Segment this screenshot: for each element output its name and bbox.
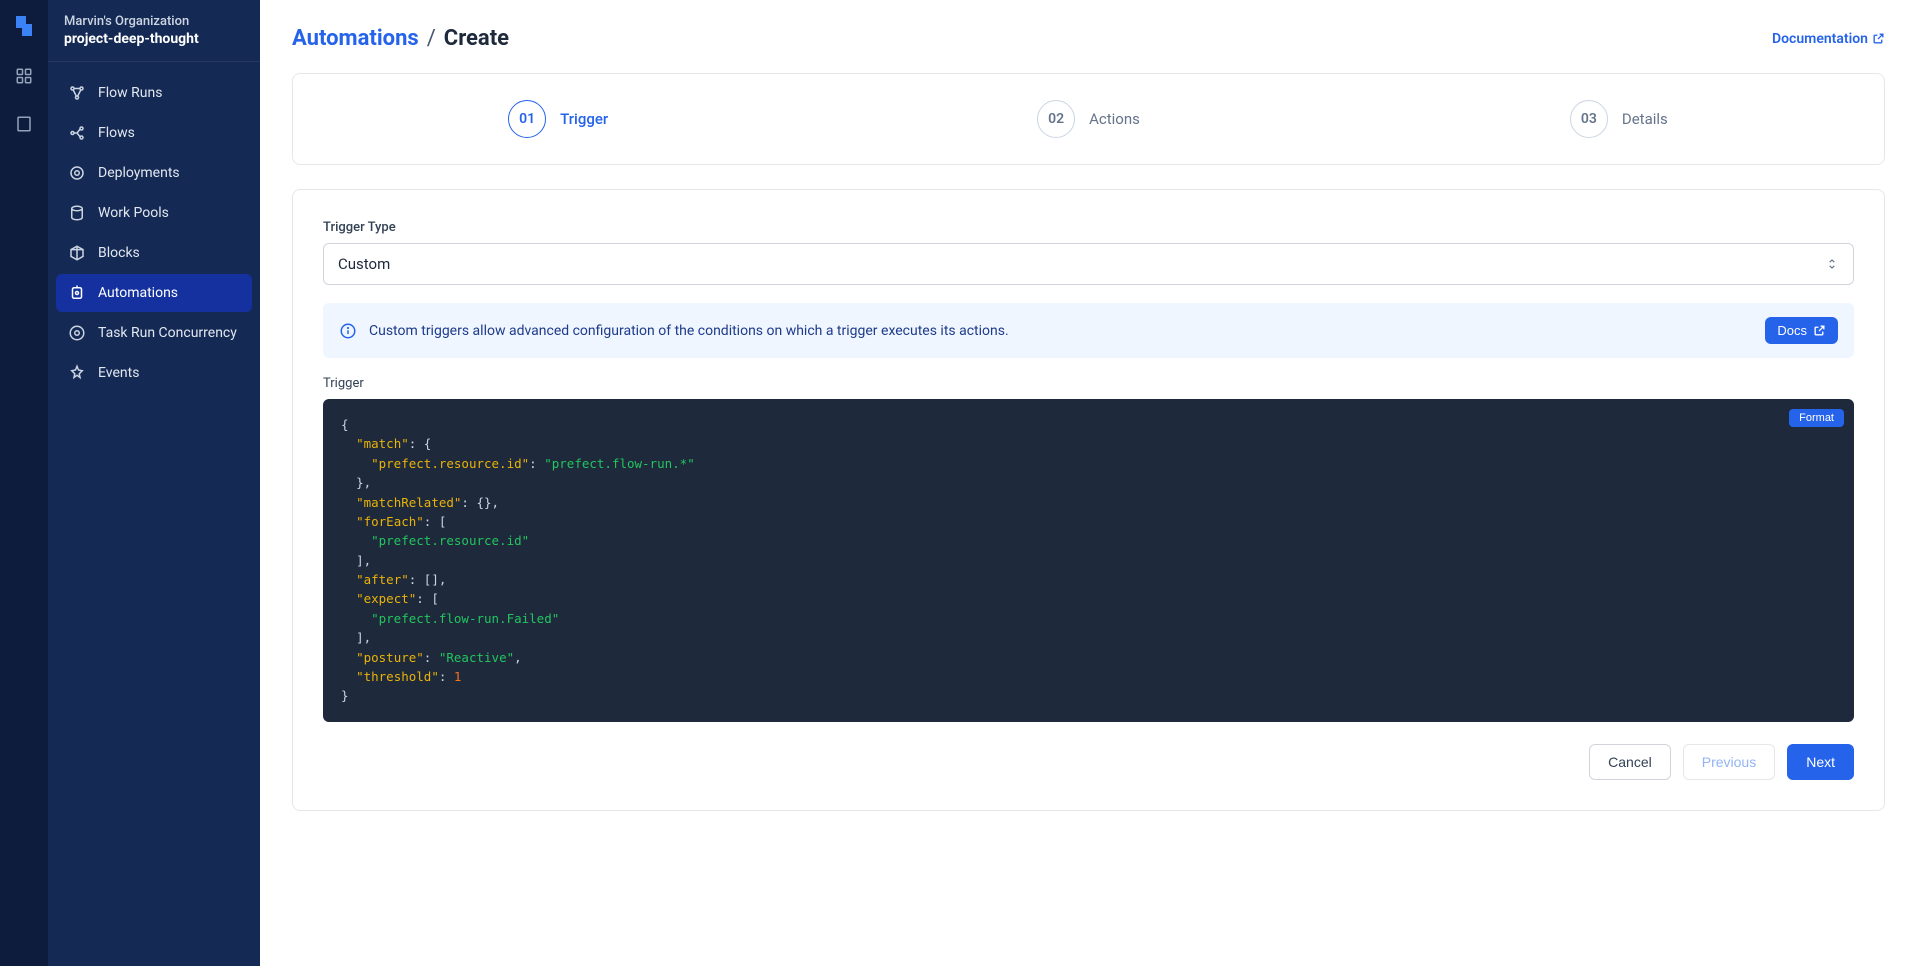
info-icon [339, 322, 357, 340]
step-details[interactable]: 03 Details [1354, 100, 1884, 138]
code-key: "threshold" [356, 669, 439, 684]
flows-icon [68, 124, 86, 142]
trigger-form: Trigger Type Custom Custom triggers allo… [292, 189, 1885, 811]
sidebar-item-task-run-concurrency[interactable]: Task Run Concurrency [56, 314, 252, 352]
code-key: "prefect.resource.id" [371, 456, 529, 471]
sidebar-item-label: Task Run Concurrency [98, 325, 237, 341]
documentation-link[interactable]: Documentation [1772, 31, 1885, 47]
code-string: "prefect.flow-run.Failed" [371, 611, 559, 626]
code-key: "matchRelated" [356, 495, 461, 510]
trigger-type-value: Custom [338, 255, 390, 273]
docs-button-label: Docs [1777, 323, 1807, 338]
sidebar-item-label: Events [98, 365, 139, 381]
prefect-logo [12, 14, 36, 38]
form-footer: Cancel Previous Next [323, 744, 1854, 780]
sidebar-item-label: Automations [98, 285, 178, 301]
project-name: project-deep-thought [64, 31, 244, 47]
sidebar-item-events[interactable]: Events [56, 354, 252, 392]
flow-runs-icon [68, 84, 86, 102]
trigger-type-select[interactable]: Custom [323, 243, 1854, 285]
sidebar-item-flows[interactable]: Flows [56, 114, 252, 152]
step-trigger[interactable]: 01 Trigger [293, 100, 823, 138]
concurrency-icon [68, 324, 86, 342]
code-key: "expect" [356, 591, 416, 606]
sidebar-header: Marvin's Organization project-deep-thoug… [48, 0, 260, 62]
code-string: "prefect.flow-run.*" [544, 456, 695, 471]
next-button[interactable]: Next [1787, 744, 1854, 780]
code-key: "match" [356, 436, 409, 451]
code-key: "posture" [356, 650, 424, 665]
work-pools-icon [68, 204, 86, 222]
breadcrumb-separator: / [427, 26, 436, 51]
info-banner: Custom triggers allow advanced configura… [323, 303, 1854, 358]
organization-icon[interactable] [14, 114, 34, 134]
sidebar-item-label: Blocks [98, 245, 140, 261]
deployments-icon [68, 164, 86, 182]
stepper: 01 Trigger 02 Actions 03 Details [292, 73, 1885, 165]
step-number: 01 [508, 100, 546, 138]
trigger-code-label: Trigger [323, 376, 1854, 391]
sidebar-item-deployments[interactable]: Deployments [56, 154, 252, 192]
events-icon [68, 364, 86, 382]
sidebar-item-blocks[interactable]: Blocks [56, 234, 252, 272]
sidebar-item-label: Flow Runs [98, 85, 162, 101]
sidebar-item-label: Work Pools [98, 205, 169, 221]
sidebar: Marvin's Organization project-deep-thoug… [48, 0, 260, 966]
code-string: "prefect.resource.id" [371, 533, 529, 548]
step-label: Actions [1089, 110, 1140, 128]
step-number: 02 [1037, 100, 1075, 138]
main-content: Automations / Create Documentation 01 Tr… [260, 0, 1917, 966]
code-string: "Reactive" [439, 650, 514, 665]
sidebar-item-automations[interactable]: Automations [56, 274, 252, 312]
external-link-icon [1813, 324, 1826, 337]
left-rail [0, 0, 48, 966]
cancel-button[interactable]: Cancel [1589, 744, 1671, 780]
step-label: Details [1622, 110, 1668, 128]
code-key: "forEach" [356, 514, 424, 529]
code-number: 1 [454, 669, 462, 684]
trigger-code-editor[interactable]: Format { "match": { "prefect.resource.id… [323, 399, 1854, 722]
sidebar-nav: Flow Runs Flows Deployments Work Pools B… [48, 62, 260, 404]
org-name: Marvin's Organization [64, 14, 244, 29]
sidebar-item-label: Flows [98, 125, 135, 141]
page-header: Automations / Create Documentation [292, 26, 1885, 51]
step-label: Trigger [560, 110, 608, 128]
previous-button[interactable]: Previous [1683, 744, 1775, 780]
automations-icon [68, 284, 86, 302]
documentation-link-label: Documentation [1772, 31, 1868, 47]
breadcrumb-parent[interactable]: Automations [292, 26, 419, 51]
blocks-icon [68, 244, 86, 262]
breadcrumb-current: Create [444, 26, 509, 51]
chevron-updown-icon [1825, 257, 1839, 271]
info-text: Custom triggers allow advanced configura… [369, 323, 1009, 339]
docs-button[interactable]: Docs [1765, 317, 1838, 344]
code-key: "after" [356, 572, 409, 587]
sidebar-item-work-pools[interactable]: Work Pools [56, 194, 252, 232]
step-number: 03 [1570, 100, 1608, 138]
external-link-icon [1872, 32, 1885, 45]
sidebar-item-flow-runs[interactable]: Flow Runs [56, 74, 252, 112]
dashboard-icon[interactable] [14, 66, 34, 86]
trigger-type-label: Trigger Type [323, 220, 1854, 235]
step-actions[interactable]: 02 Actions [823, 100, 1353, 138]
breadcrumb: Automations / Create [292, 26, 509, 51]
format-button[interactable]: Format [1789, 409, 1844, 427]
sidebar-item-label: Deployments [98, 165, 180, 181]
